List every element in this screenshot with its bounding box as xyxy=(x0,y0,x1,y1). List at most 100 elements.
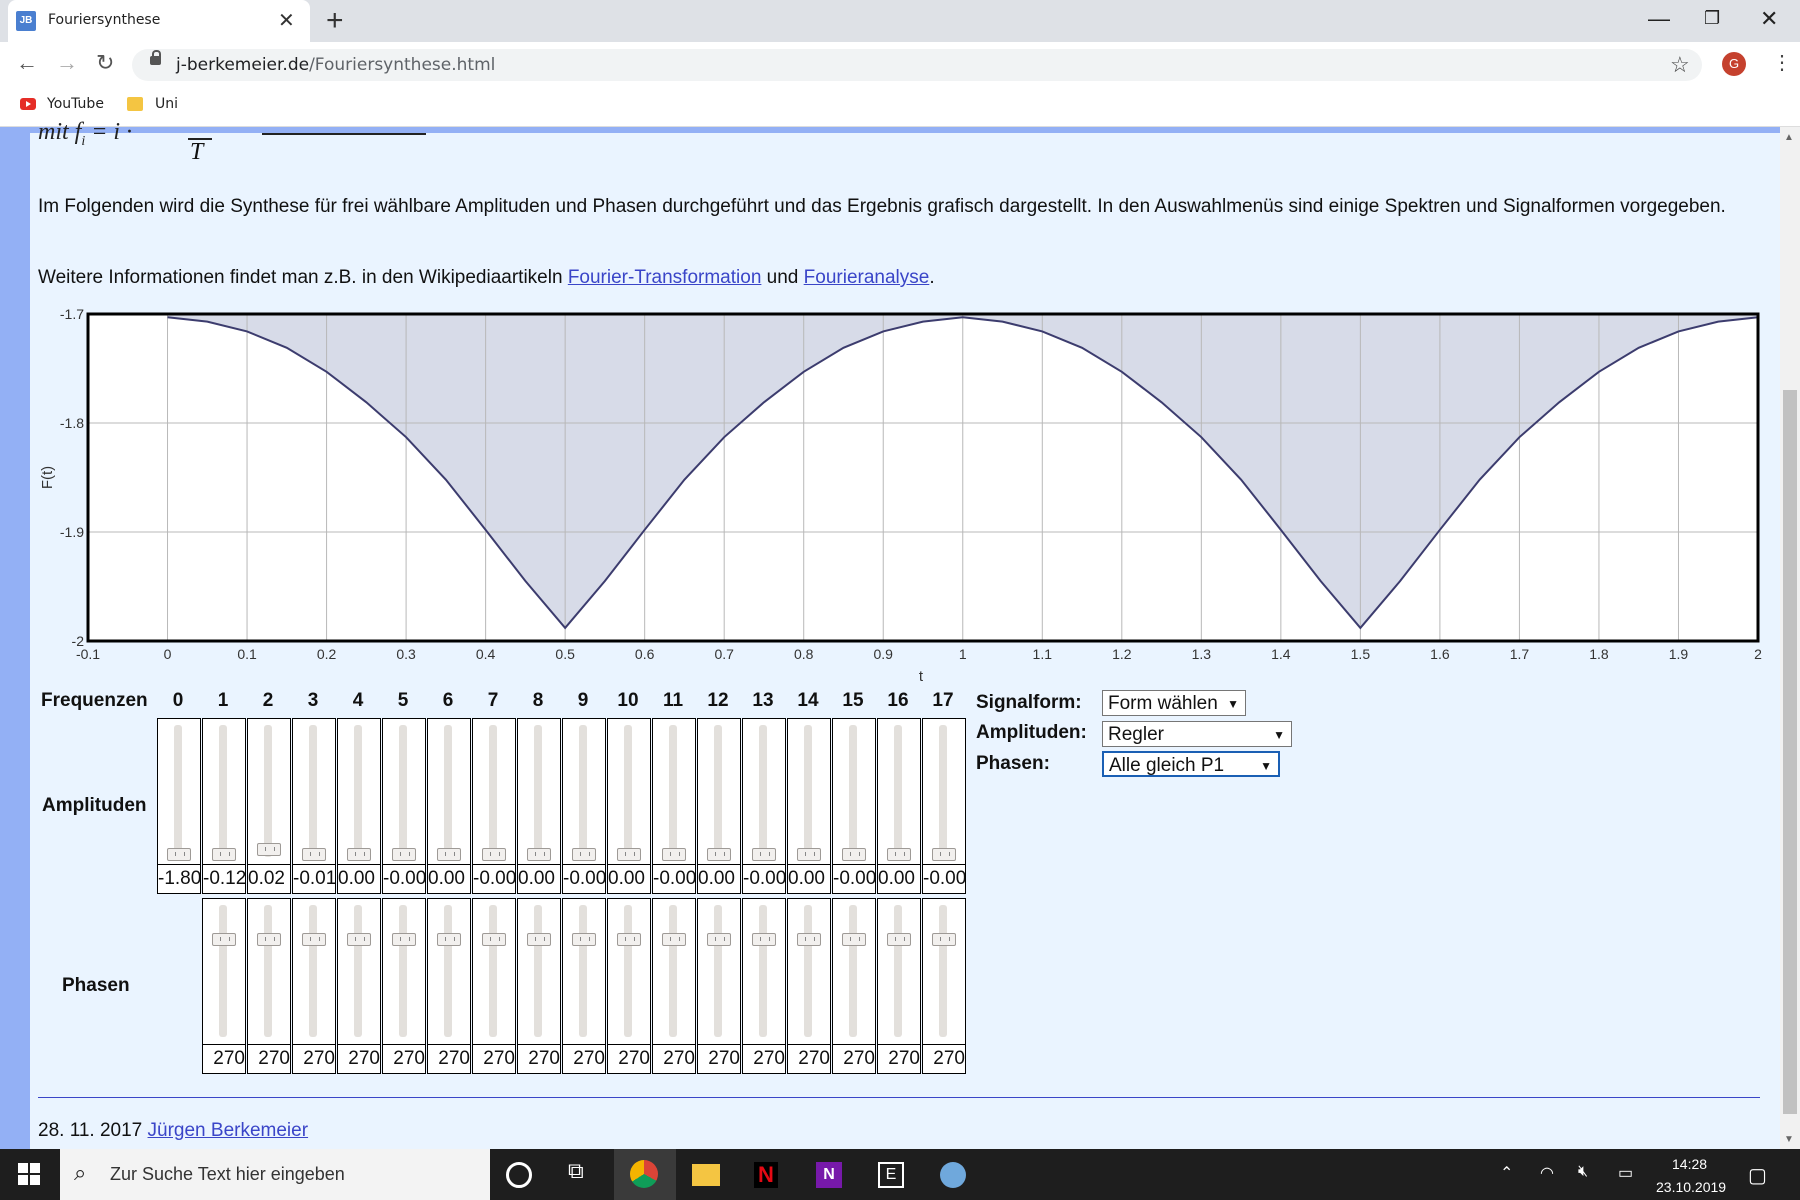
slider-thumb[interactable] xyxy=(752,933,776,946)
amplitude-value[interactable]: 0.00 xyxy=(787,864,831,894)
task-view-icon[interactable]: ⧉ xyxy=(568,1158,598,1188)
back-icon[interactable]: ← xyxy=(16,50,38,76)
amplitude-slider[interactable] xyxy=(922,718,966,865)
amplitude-slider[interactable] xyxy=(877,718,921,865)
phase-slider[interactable] xyxy=(742,898,786,1045)
amplitude-slider[interactable] xyxy=(157,718,201,865)
slider-thumb[interactable] xyxy=(527,848,551,861)
scroll-up-icon[interactable]: ▲ xyxy=(1784,132,1794,143)
phase-slider[interactable] xyxy=(877,898,921,1045)
phase-slider[interactable] xyxy=(427,898,471,1045)
forward-icon[interactable]: → xyxy=(56,50,78,76)
slider-thumb[interactable] xyxy=(347,933,371,946)
phase-value[interactable]: 270 xyxy=(472,1044,516,1074)
amplitude-value[interactable]: -0.00 xyxy=(652,864,696,894)
amplitude-slider[interactable] xyxy=(427,718,471,865)
amplitude-value[interactable]: 0.00 xyxy=(517,864,561,894)
phase-slider[interactable] xyxy=(382,898,426,1045)
phase-slider[interactable] xyxy=(202,898,246,1045)
amplitude-value[interactable]: -0.00 xyxy=(832,864,876,894)
amplitude-slider[interactable] xyxy=(787,718,831,865)
amplitude-slider[interactable] xyxy=(742,718,786,865)
app-snowflake-icon[interactable] xyxy=(940,1162,966,1188)
slider-thumb[interactable] xyxy=(617,933,641,946)
scroll-down-icon[interactable]: ▼ xyxy=(1784,1134,1794,1145)
phase-value[interactable]: 270 xyxy=(787,1044,831,1074)
clock-date[interactable]: 23.10.2019 xyxy=(1656,1179,1726,1195)
slider-thumb[interactable] xyxy=(797,933,821,946)
amplitude-slider[interactable] xyxy=(202,718,246,865)
slider-thumb[interactable] xyxy=(932,933,956,946)
windows-start-icon[interactable] xyxy=(18,1163,40,1185)
amplitude-value[interactable]: 0.00 xyxy=(607,864,651,894)
app-e-icon[interactable]: E xyxy=(878,1162,904,1188)
url-text[interactable]: j-berkemeier.de/Fouriersynthese.html xyxy=(176,55,495,75)
close-window-icon[interactable]: ✕ xyxy=(1760,6,1778,32)
amplitude-slider[interactable] xyxy=(607,718,651,865)
amplitude-value[interactable]: 0.00 xyxy=(337,864,381,894)
slider-thumb[interactable] xyxy=(707,848,731,861)
amplitude-value[interactable]: 0.00 xyxy=(427,864,471,894)
bookmark-uni[interactable]: Uni xyxy=(155,96,178,112)
slider-thumb[interactable] xyxy=(662,848,686,861)
amplitude-slider[interactable] xyxy=(382,718,426,865)
phase-value[interactable]: 270 xyxy=(202,1044,246,1074)
restore-icon[interactable]: ❐ xyxy=(1704,8,1720,29)
phase-slider[interactable] xyxy=(337,898,381,1045)
reload-icon[interactable]: ↻ xyxy=(96,50,114,76)
slider-thumb[interactable] xyxy=(572,933,596,946)
phase-value[interactable]: 270 xyxy=(292,1044,336,1074)
phase-value[interactable]: 270 xyxy=(607,1044,651,1074)
amplitude-slider[interactable] xyxy=(652,718,696,865)
phase-slider[interactable] xyxy=(922,898,966,1045)
amplitude-value[interactable]: -0.00 xyxy=(562,864,606,894)
amplitude-value[interactable]: -0.00 xyxy=(472,864,516,894)
slider-thumb[interactable] xyxy=(842,933,866,946)
amplitude-slider[interactable] xyxy=(472,718,516,865)
slider-thumb[interactable] xyxy=(257,843,281,856)
minimize-icon[interactable]: — xyxy=(1648,6,1670,32)
clock-time[interactable]: 14:28 xyxy=(1672,1156,1707,1172)
battery-icon[interactable]: ▭ xyxy=(1618,1163,1633,1183)
slider-thumb[interactable] xyxy=(437,933,461,946)
close-tab-icon[interactable]: ✕ xyxy=(278,8,295,33)
slider-thumb[interactable] xyxy=(887,848,911,861)
phase-value[interactable]: 270 xyxy=(562,1044,606,1074)
slider-thumb[interactable] xyxy=(662,933,686,946)
cortana-icon[interactable] xyxy=(506,1162,532,1188)
new-tab-button[interactable]: + xyxy=(326,4,344,38)
amplitude-value[interactable]: -1.80 xyxy=(157,864,201,894)
phase-slider[interactable] xyxy=(562,898,606,1045)
slider-thumb[interactable] xyxy=(167,848,191,861)
amplitude-slider[interactable] xyxy=(697,718,741,865)
notification-icon[interactable]: ▢ xyxy=(1748,1163,1767,1188)
phase-slider[interactable] xyxy=(787,898,831,1045)
amplitude-value[interactable]: 0.02 xyxy=(247,864,291,894)
amplituden-select[interactable]: Regler ▼ xyxy=(1102,721,1292,747)
amplitude-value[interactable]: -0.00 xyxy=(742,864,786,894)
phase-value[interactable]: 270 xyxy=(877,1044,921,1074)
phase-value[interactable]: 270 xyxy=(742,1044,786,1074)
phase-value[interactable]: 270 xyxy=(652,1044,696,1074)
slider-thumb[interactable] xyxy=(212,933,236,946)
slider-thumb[interactable] xyxy=(797,848,821,861)
slider-thumb[interactable] xyxy=(887,933,911,946)
amplitude-slider[interactable] xyxy=(562,718,606,865)
author-link[interactable]: Jürgen Berkemeier xyxy=(148,1120,309,1141)
phase-value[interactable]: 270 xyxy=(832,1044,876,1074)
amplitude-slider[interactable] xyxy=(337,718,381,865)
phase-slider[interactable] xyxy=(292,898,336,1045)
slider-thumb[interactable] xyxy=(842,848,866,861)
slider-thumb[interactable] xyxy=(482,933,506,946)
onenote-icon[interactable]: N xyxy=(816,1162,842,1188)
amplitude-slider[interactable] xyxy=(832,718,876,865)
phase-value[interactable]: 270 xyxy=(247,1044,291,1074)
slider-thumb[interactable] xyxy=(932,848,956,861)
amplitude-slider[interactable] xyxy=(247,718,291,865)
profile-avatar[interactable]: G xyxy=(1722,52,1746,76)
netflix-icon[interactable]: N xyxy=(754,1162,778,1188)
slider-thumb[interactable] xyxy=(617,848,641,861)
slider-thumb[interactable] xyxy=(527,933,551,946)
signalform-select[interactable]: Form wählen ▼ xyxy=(1102,690,1246,716)
phase-slider[interactable] xyxy=(517,898,561,1045)
